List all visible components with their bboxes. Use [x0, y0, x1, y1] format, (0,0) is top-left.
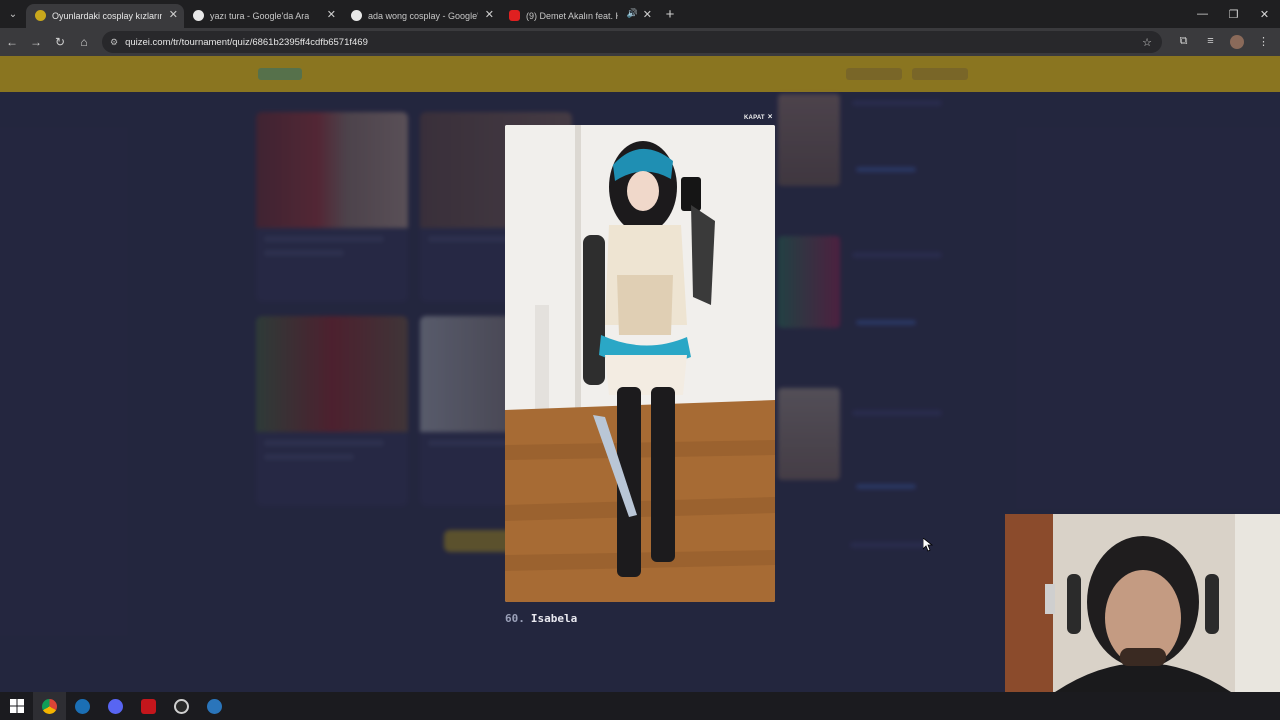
close-label: KAPAT	[744, 115, 765, 121]
site-info-icon[interactable]: ⚙	[110, 37, 118, 48]
tab-quizei[interactable]: Oyunlardaki cosplay kızlarının ... ✕	[26, 4, 184, 28]
google-favicon-icon	[193, 10, 204, 21]
contestant-caption: 60. Isabela	[505, 612, 577, 625]
obs-icon[interactable]	[165, 692, 198, 720]
window-controls: — ❐ ✕	[1187, 0, 1280, 28]
contestant-name: Isabela	[530, 612, 578, 625]
browser-tab-bar: ⌄ Oyunlardaki cosplay kızlarının ... ✕ y…	[0, 0, 1280, 28]
reload-icon[interactable]: ↻	[48, 28, 72, 56]
cosplay-photo	[505, 125, 775, 602]
webcam-feed	[1005, 514, 1280, 692]
tab-search-icon[interactable]: ⌄	[0, 0, 26, 28]
new-tab-icon[interactable]: +	[658, 6, 682, 23]
browser-toolbar: ← → ↻ ⌂ ⚙ quizei.com/tr/tournament/quiz/…	[0, 28, 1280, 56]
tab-close-icon[interactable]: ✕	[643, 8, 652, 21]
browser-menu-icon[interactable]: ⋮	[1250, 35, 1277, 49]
steam-icon[interactable]	[66, 692, 99, 720]
forward-icon[interactable]: →	[24, 28, 48, 56]
tab-label: yazı tura - Google'da Ara	[210, 11, 310, 21]
tab-close-icon[interactable]: ✕	[485, 8, 494, 21]
webcam-overlay	[1005, 514, 1280, 692]
profile-avatar[interactable]	[1230, 35, 1244, 49]
tab-label: ada wong cosplay - Google'da Ara	[368, 11, 478, 21]
steam-tray-icon[interactable]	[198, 692, 231, 720]
minimize-icon[interactable]: —	[1187, 0, 1218, 28]
windows-start-icon[interactable]	[0, 692, 33, 720]
obs-logo-icon	[174, 698, 189, 714]
tab-label: (9) Demet Akalın feat. Hakan...	[526, 11, 618, 21]
media-control-icon[interactable]: ≡	[1197, 35, 1224, 49]
tab-label: Oyunlardaki cosplay kızlarının ...	[52, 11, 162, 21]
amd-logo-icon	[141, 698, 156, 714]
cosplay-photo-illustration	[505, 125, 775, 602]
close-icon: ×	[767, 112, 773, 121]
address-bar[interactable]: ⚙ quizei.com/tr/tournament/quiz/6861b239…	[102, 31, 1162, 53]
close-window-icon[interactable]: ✕	[1249, 0, 1280, 28]
extensions-icon[interactable]: ⧉	[1170, 35, 1197, 49]
tab-close-icon[interactable]: ✕	[169, 8, 178, 21]
mouse-cursor-icon	[923, 538, 933, 552]
google-favicon-icon	[351, 10, 362, 21]
chrome-logo-icon	[42, 698, 57, 714]
amd-icon[interactable]	[132, 692, 165, 720]
youtube-favicon-icon	[509, 10, 520, 21]
tab-close-icon[interactable]: ✕	[327, 8, 336, 21]
quizei-favicon-icon	[35, 10, 46, 21]
windows-taskbar	[0, 692, 1280, 720]
steam-logo-icon	[75, 698, 90, 714]
contestant-rank: 60.	[505, 612, 525, 625]
tab-google-yazi-tura[interactable]: yazı tura - Google'da Ara ✕	[184, 4, 342, 28]
bookmark-star-icon[interactable]: ☆	[1142, 36, 1152, 49]
audio-playing-icon[interactable]: 🔊	[627, 8, 638, 19]
chrome-icon[interactable]	[33, 692, 66, 720]
restore-icon[interactable]: ❐	[1218, 0, 1249, 28]
steam-secondary-logo-icon	[207, 698, 222, 714]
modal-close-button[interactable]: KAPAT ×	[744, 112, 773, 121]
discord-icon[interactable]	[99, 692, 132, 720]
url-text: quizei.com/tr/tournament/quiz/6861b2395f…	[125, 36, 368, 48]
home-icon[interactable]: ⌂	[72, 28, 96, 56]
discord-logo-icon	[108, 698, 123, 714]
page-content: KAPAT × 60. Isabela	[0, 56, 1280, 692]
back-icon[interactable]: ←	[0, 28, 24, 56]
windows-logo-icon	[9, 699, 24, 713]
tab-youtube[interactable]: (9) Demet Akalın feat. Hakan... 🔊 ✕	[500, 4, 658, 28]
tab-google-ada-wong[interactable]: ada wong cosplay - Google'da Ara ✕	[342, 4, 500, 28]
